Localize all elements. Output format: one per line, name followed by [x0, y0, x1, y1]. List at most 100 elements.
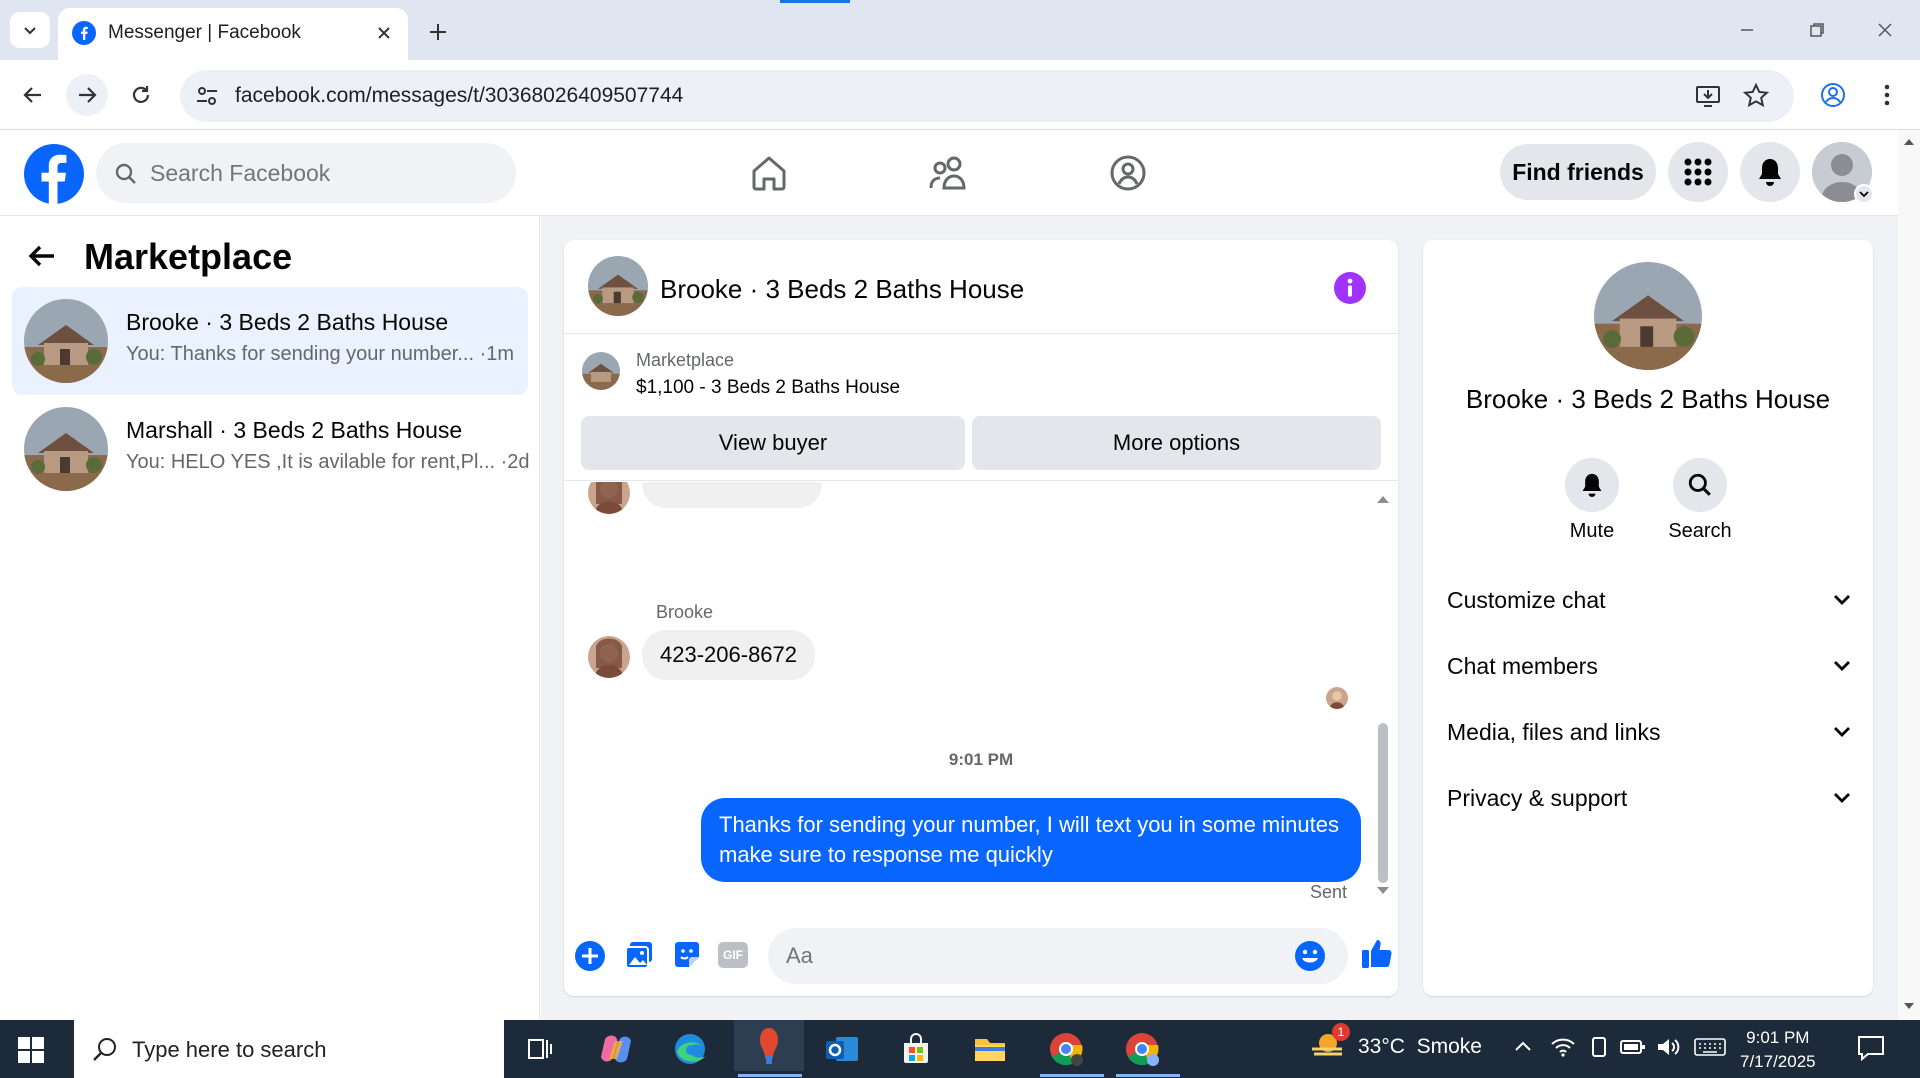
thumbs-up-icon	[1362, 940, 1392, 968]
active-app-icon[interactable]	[734, 1020, 804, 1071]
bell-icon	[1565, 458, 1619, 512]
conversation-sidebar: Marketplace Brooke · 3 Beds 2 Baths Hous…	[0, 216, 540, 1020]
minimize-icon	[1741, 29, 1753, 31]
show-hidden-icons-chevron-icon[interactable]	[1514, 1040, 1532, 1052]
listing-title[interactable]: $1,100 - 3 Beds 2 Baths House	[636, 377, 900, 399]
message-status: Sent	[1310, 882, 1348, 902]
task-view-icon[interactable]	[510, 1027, 570, 1071]
back-arrow-button[interactable]	[26, 240, 58, 272]
friends-nav-button[interactable]	[922, 150, 974, 196]
like-button[interactable]	[1360, 936, 1394, 970]
facebook-search-field[interactable]	[96, 143, 516, 203]
restore-window-button[interactable]	[1794, 12, 1840, 48]
listing-thumbnail[interactable]	[582, 352, 620, 390]
thread-scrollbar[interactable]	[1378, 723, 1388, 883]
search-in-conversation-button[interactable]: Search	[1655, 458, 1745, 543]
emoji-button[interactable]	[1294, 940, 1326, 972]
privacy-support-section[interactable]: Privacy & support	[1447, 768, 1851, 828]
wifi-icon[interactable]	[1550, 1036, 1576, 1058]
conversation-preview-text: You: Thanks for sending your number...	[126, 343, 474, 365]
home-nav-button[interactable]	[743, 150, 795, 196]
customize-chat-section[interactable]: Customize chat	[1447, 570, 1851, 630]
conversation-item[interactable]: Brooke · 3 Beds 2 Baths House You: Thank…	[12, 287, 528, 395]
chat-title[interactable]: Brooke · 3 Beds 2 Baths House	[660, 274, 1024, 305]
windows-start-icon[interactable]	[18, 1037, 44, 1063]
profile-avatar[interactable]	[1594, 262, 1702, 370]
chevron-down-icon	[1834, 727, 1850, 737]
menu-button[interactable]	[1668, 142, 1728, 202]
outgoing-message-bubble[interactable]: Thanks for sending your number, I will t…	[701, 798, 1361, 882]
url-text[interactable]: facebook.com/messages/t/3036802640950774…	[235, 84, 683, 108]
search-input[interactable]	[150, 160, 490, 187]
facebook-logo-icon[interactable]	[24, 144, 84, 204]
reload-button[interactable]	[120, 74, 162, 116]
find-friends-button[interactable]: Find friends	[1500, 144, 1656, 200]
mute-button[interactable]: Mute	[1547, 458, 1637, 543]
notifications-button[interactable]	[1740, 142, 1800, 202]
browser-tab-strip: Messenger | Facebook	[0, 0, 1920, 60]
volume-icon[interactable]	[1656, 1036, 1682, 1058]
install-app-icon[interactable]	[1694, 82, 1722, 110]
attach-photo-button[interactable]	[624, 940, 654, 970]
address-bar[interactable]: facebook.com/messages/t/3036802640950774…	[180, 70, 1794, 122]
forward-button[interactable]	[66, 74, 108, 116]
groups-nav-button[interactable]	[1102, 150, 1154, 196]
taskbar-clock[interactable]: 9:01 PM 7/17/2025	[1740, 1026, 1816, 1074]
more-options-button[interactable]: More options	[972, 416, 1381, 470]
close-window-button[interactable]	[1862, 12, 1908, 48]
photo-icon	[625, 942, 652, 969]
scroll-up-icon[interactable]	[1376, 494, 1390, 504]
minimize-window-button[interactable]	[1724, 12, 1770, 48]
new-tab-button[interactable]	[420, 14, 456, 50]
view-buyer-button[interactable]: View buyer	[581, 416, 965, 470]
bookmark-star-icon[interactable]	[1742, 82, 1770, 110]
taskbar-search-box[interactable]: Type here to search	[74, 1020, 504, 1078]
browser-menu-button[interactable]	[1866, 74, 1908, 116]
site-settings-icon[interactable]	[194, 83, 220, 109]
chat-members-section[interactable]: Chat members	[1447, 636, 1851, 696]
notification-center-icon[interactable]	[1856, 1034, 1886, 1062]
weather-text: 33°C Smoke	[1358, 1035, 1482, 1058]
copilot-icon[interactable]	[586, 1027, 646, 1071]
battery-icon[interactable]	[1620, 1038, 1646, 1056]
outlook-icon[interactable]	[812, 1027, 872, 1071]
device-icon[interactable]	[1588, 1036, 1610, 1058]
incoming-message-bubble[interactable]: 423-206-8672	[642, 630, 816, 680]
message-thread: Brooke 423-206-8672 9:01 PM Thanks for s…	[564, 482, 1398, 916]
scroll-down-icon[interactable]	[1376, 886, 1390, 896]
microsoft-store-icon[interactable]	[886, 1027, 946, 1071]
back-button[interactable]	[12, 74, 54, 116]
profile-button[interactable]	[1812, 74, 1854, 116]
sticker-icon	[675, 942, 699, 967]
emoji-icon	[1295, 941, 1325, 971]
conversation-info-button[interactable]	[1334, 272, 1366, 304]
sidebar-title: Marketplace	[84, 236, 293, 277]
profile-name: Brooke · 3 Beds 2 Baths House	[1465, 384, 1831, 414]
clock-date: 7/17/2025	[1740, 1052, 1816, 1071]
message-timestamp: 9:01 PM	[948, 750, 1014, 769]
page-scrollbar[interactable]	[1898, 130, 1920, 1020]
chevron-down-icon	[24, 27, 36, 35]
account-chevron-icon[interactable]	[1854, 184, 1874, 204]
sticker-button[interactable]	[672, 940, 702, 970]
grid-menu-icon	[1684, 158, 1712, 186]
keyboard-icon[interactable]	[1694, 1036, 1726, 1058]
message-input[interactable]	[786, 943, 1266, 969]
file-explorer-icon[interactable]	[960, 1027, 1020, 1071]
weather-badge: 1	[1332, 1023, 1350, 1041]
chrome-profile-icon[interactable]	[1112, 1027, 1172, 1071]
chrome-icon[interactable]	[1036, 1027, 1096, 1071]
search-label: Search	[1668, 520, 1732, 542]
tab-search-button[interactable]	[10, 12, 50, 48]
message-input-wrapper[interactable]	[768, 928, 1348, 984]
browser-tab-active[interactable]: Messenger | Facebook	[58, 8, 408, 60]
chat-avatar[interactable]	[588, 256, 648, 316]
more-actions-button[interactable]	[574, 940, 606, 972]
close-icon	[378, 27, 390, 39]
edge-browser-icon[interactable]	[660, 1027, 720, 1071]
gif-button[interactable]: GIF	[718, 942, 748, 968]
conversation-item[interactable]: Marshall · 3 Beds 2 Baths House You: HEL…	[12, 395, 530, 503]
media-files-links-section[interactable]: Media, files and links	[1447, 702, 1851, 762]
arrow-left-icon	[23, 87, 41, 103]
close-tab-button[interactable]	[370, 19, 398, 47]
